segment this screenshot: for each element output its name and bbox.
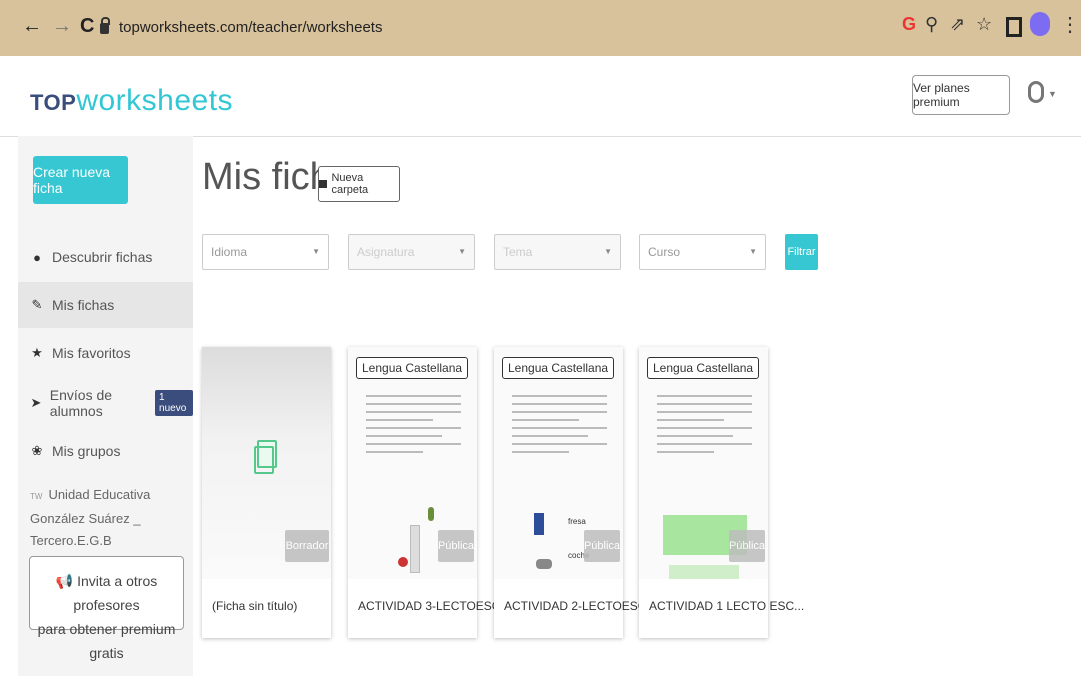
url-text: topworksheets.com/teacher/worksheets bbox=[119, 18, 383, 36]
send-icon: ➤ bbox=[30, 395, 42, 410]
chevron-down-icon: ▼ bbox=[604, 247, 612, 256]
preview-picture bbox=[428, 507, 434, 521]
worksheet-preview-lines bbox=[657, 395, 752, 459]
preview-picture bbox=[669, 565, 739, 579]
new-badge: 1 nuevo bbox=[155, 390, 193, 416]
worksheet-card[interactable]: Borrador (Ficha sin título) bbox=[202, 347, 331, 638]
create-worksheet-button[interactable]: Crear nueva ficha bbox=[33, 156, 128, 204]
group-link[interactable]: TW Unidad Educativa González Suárez _ Ter… bbox=[30, 484, 190, 552]
invite-line2: para obtener premium gratis bbox=[37, 621, 176, 661]
filter-button[interactable]: Filtrar bbox=[785, 234, 818, 270]
worksheet-thumbnail: Lengua Castellana fresa coche Pública bbox=[494, 347, 623, 579]
worksheet-card[interactable]: Lengua Castellana Pública ACTIVIDAD 3-LE… bbox=[348, 347, 510, 638]
status-badge: Pública bbox=[438, 530, 474, 562]
language-select-value: Idioma bbox=[211, 245, 248, 259]
invite-line1: Invita a otros profesores bbox=[73, 573, 158, 613]
chevron-down-icon: ▼ bbox=[458, 247, 466, 256]
folder-plus-icon bbox=[319, 180, 328, 188]
sidebar-item-groups[interactable]: ❀ Mis grupos bbox=[18, 428, 193, 474]
new-folder-label: Nueva carpeta bbox=[331, 172, 369, 196]
browser-toolbar: ← → C topworksheets.com/teacher/workshee… bbox=[0, 0, 1081, 56]
preview-picture bbox=[398, 557, 408, 567]
group-name: Unidad Educativa González Suárez _ Terce… bbox=[30, 487, 151, 548]
document-icon bbox=[254, 440, 277, 474]
worksheet-card[interactable]: Lengua Castellana Pública ACTIVIDAD 1 LE… bbox=[639, 347, 804, 638]
forward-icon[interactable]: → bbox=[52, 15, 72, 38]
worksheet-thumbnail: Lengua Castellana Pública bbox=[348, 347, 477, 579]
group-tag: TW bbox=[30, 492, 43, 501]
preview-picture bbox=[536, 559, 552, 569]
zoom-icon[interactable]: ⚲ bbox=[925, 14, 938, 35]
sidebar-item-label: Descubrir fichas bbox=[52, 249, 153, 265]
bookmark-star-icon[interactable]: ☆ bbox=[976, 14, 992, 35]
worksheet-thumbnail: Borrador bbox=[202, 347, 331, 579]
subject-tag: Lengua Castellana bbox=[356, 357, 469, 379]
worksheet-card[interactable]: Lengua Castellana fresa coche Pública AC… bbox=[494, 347, 656, 638]
status-badge: Pública bbox=[729, 530, 765, 562]
invite-teachers-button[interactable]: 📢 Invita a otros profesores para obtener… bbox=[29, 556, 184, 661]
edit-icon: ✎ bbox=[31, 297, 43, 312]
subject-tag: Lengua Castellana bbox=[647, 357, 760, 379]
preview-picture bbox=[534, 513, 544, 535]
sidebar-item-my-worksheets[interactable]: ✎ Mis fichas bbox=[18, 282, 193, 328]
preview-picture bbox=[410, 525, 420, 573]
language-select[interactable]: Idioma ▼ bbox=[202, 234, 329, 270]
profile-avatar-icon[interactable] bbox=[1030, 12, 1050, 36]
sidebar-toggle-icon[interactable] bbox=[1006, 17, 1022, 37]
reload-icon[interactable]: C bbox=[80, 15, 94, 38]
sidebar-item-label: Mis favoritos bbox=[52, 345, 131, 361]
sidebar-item-label: Mis grupos bbox=[52, 443, 121, 459]
worksheet-title: ACTIVIDAD 1 LECTO ESC... bbox=[649, 599, 805, 613]
topic-select-value: Tema bbox=[503, 245, 533, 259]
worksheet-preview-lines bbox=[366, 395, 461, 459]
grade-select[interactable]: Curso ▼ bbox=[639, 234, 766, 270]
status-badge: Pública bbox=[584, 530, 620, 562]
sidebar-item-discover[interactable]: ● Descubrir fichas bbox=[18, 234, 193, 280]
chevron-down-icon: ▼ bbox=[749, 247, 757, 256]
logo-rest-text: worksheets bbox=[76, 84, 234, 117]
grade-select-value: Curso bbox=[648, 245, 681, 259]
worksheet-title: ACTIVIDAD 2-LECTOESC... bbox=[504, 599, 657, 613]
megaphone-icon: 📢 bbox=[55, 573, 74, 589]
compass-icon: ● bbox=[33, 249, 41, 265]
sidebar-item-favorites[interactable]: ★ Mis favoritos bbox=[18, 330, 193, 376]
sidebar-item-label: Envíos de alumnos bbox=[49, 387, 113, 419]
worksheet-title: ACTIVIDAD 3-LECTOESC... bbox=[358, 599, 511, 613]
star-icon: ★ bbox=[31, 345, 43, 360]
groups-icon: ❀ bbox=[31, 443, 43, 458]
chevron-down-icon: ▼ bbox=[312, 247, 320, 256]
status-badge: Borrador bbox=[285, 530, 329, 562]
new-folder-button[interactable]: Nueva carpeta bbox=[318, 166, 400, 202]
logo-top-text: TOP bbox=[30, 90, 77, 115]
subject-select-value: Asignatura bbox=[357, 245, 415, 259]
google-icon[interactable]: G bbox=[902, 14, 916, 35]
subject-select[interactable]: Asignatura ▼ bbox=[348, 234, 475, 270]
sidebar-item-label: Mis fichas bbox=[52, 297, 115, 313]
site-logo[interactable]: TOPworksheets bbox=[30, 84, 233, 118]
premium-plans-button[interactable]: Ver planes premium bbox=[912, 75, 1010, 115]
back-icon[interactable]: ← bbox=[22, 15, 42, 38]
address-bar[interactable]: topworksheets.com/teacher/worksheets bbox=[100, 8, 856, 46]
sidebar-item-submissions[interactable]: ➤ Envíos de alumnos 1 nuevo bbox=[18, 380, 193, 426]
share-icon[interactable]: ⇗ bbox=[950, 14, 965, 35]
worksheet-thumbnail: Lengua Castellana Pública bbox=[639, 347, 768, 579]
worksheet-title: (Ficha sin título) bbox=[212, 599, 298, 613]
user-icon[interactable] bbox=[1028, 81, 1044, 103]
topic-select[interactable]: Tema ▼ bbox=[494, 234, 621, 270]
chevron-down-icon[interactable]: ▼ bbox=[1048, 89, 1057, 99]
worksheet-preview-lines bbox=[512, 395, 607, 459]
subject-tag: Lengua Castellana bbox=[502, 357, 615, 379]
sidebar: Crear nueva ficha ● Descubrir fichas ✎ M… bbox=[18, 136, 193, 676]
browser-menu-icon[interactable]: ⋮ bbox=[1060, 12, 1080, 37]
site-header: TOPworksheets Ver planes premium ▼ bbox=[0, 56, 1081, 137]
preview-word: fresa bbox=[568, 517, 586, 526]
lock-icon bbox=[100, 16, 110, 34]
